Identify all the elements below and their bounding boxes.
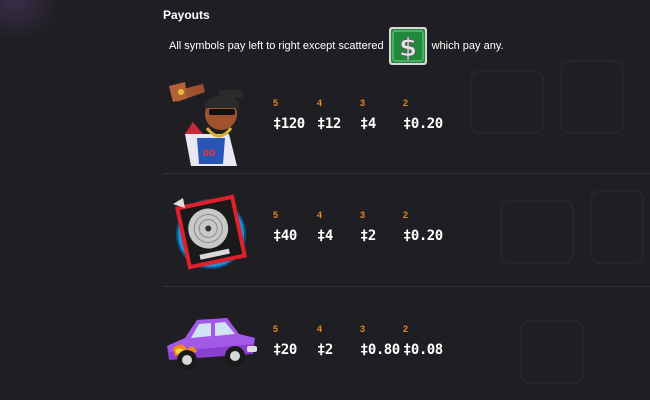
payout-amount: ‡40 [273, 228, 297, 244]
symbol-count: 2 [403, 98, 409, 108]
rapper-character-icon: 00 [169, 82, 243, 166]
payout-cell: 2 ‡0.08 [403, 324, 453, 358]
symbol-count: 2 [403, 210, 409, 220]
symbol-count: 5 [273, 98, 279, 108]
intro-text-before: All symbols pay left to right except sca… [169, 40, 384, 52]
payout-amount: ‡0.20 [403, 116, 443, 132]
payout-amount: ‡0.08 [403, 342, 443, 358]
payout-cell: 2 ‡0.20 [403, 210, 453, 244]
paytable-row: 5 ‡40 4 ‡4 3 ‡2 2 ‡0.20 [163, 174, 650, 286]
svg-text:00: 00 [203, 149, 216, 159]
svg-text:$: $ [399, 33, 417, 63]
payout-amount: ‡0.20 [403, 228, 443, 244]
intro-text-after: which pay any. [431, 40, 504, 52]
row-divider [163, 286, 650, 287]
symbol-count: 5 [273, 210, 279, 220]
corner-glow-decoration [0, 0, 60, 40]
payout-amount: ‡120 [273, 116, 305, 132]
payouts-title: Payouts [163, 8, 210, 22]
payout-cell: 5 ‡40 [273, 210, 323, 244]
paytable-row: 5 ‡20 4 ‡2 3 ‡0.80 2 ‡0.08 [163, 288, 650, 400]
payout-cell: 5 ‡20 [273, 324, 323, 358]
purple-lowrider-car-icon [167, 318, 257, 370]
symbol-count: 5 [273, 324, 279, 334]
dollar-sign-scatter-icon: $ [388, 27, 427, 65]
paytable-row: 00 5 ‡120 4 ‡12 3 ‡4 2 ‡0.20 [163, 62, 650, 174]
scatter-rule-text: All symbols pay left to right except sca… [169, 26, 504, 66]
payout-cell: 2 ‡0.20 [403, 98, 453, 132]
payout-amount: ‡20 [273, 342, 297, 358]
platinum-record-icon [173, 194, 247, 270]
symbol-count: 2 [403, 324, 409, 334]
payout-cell: 5 ‡120 [273, 98, 323, 132]
